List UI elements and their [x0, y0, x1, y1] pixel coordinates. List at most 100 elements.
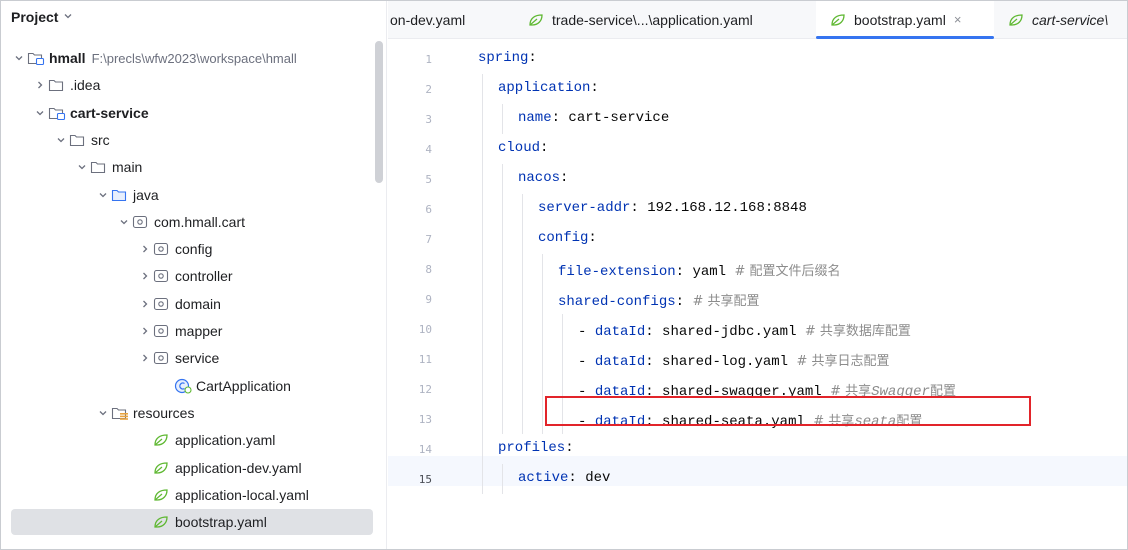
tree-item-controller[interactable]: controller: [11, 263, 373, 289]
line-number: 10: [418, 323, 432, 336]
tree-item-label: java: [133, 186, 159, 203]
folder-icon: [90, 159, 110, 175]
tree-item-mapper[interactable]: mapper: [11, 318, 373, 344]
tree-item-cartapplication[interactable]: CartApplication: [11, 373, 373, 399]
tree-item-label: resources: [133, 404, 195, 421]
line-number: 14: [418, 443, 432, 456]
tab-trade-service-application-yaml[interactable]: trade-service\...\application.yaml: [528, 1, 753, 38]
tree-item-main[interactable]: main: [11, 154, 373, 180]
tree-item-bootstrap-yaml[interactable]: bootstrap.yaml: [11, 509, 373, 536]
tree-item-label: controller: [175, 268, 233, 285]
tree-item-application-yaml[interactable]: application.yaml: [11, 427, 373, 453]
tree-item-domain[interactable]: domain: [11, 291, 373, 317]
yaml-value: cart-service: [568, 110, 670, 126]
tree-item-com-hmall-cart[interactable]: com.hmall.cart: [11, 209, 373, 235]
yaml-key: spring: [478, 50, 529, 66]
package-icon: [153, 241, 173, 257]
tree-item-java[interactable]: java: [11, 182, 373, 208]
yaml-key: name: [518, 110, 552, 126]
code-line: nacos:: [518, 170, 568, 186]
code-line: name: cart-service: [518, 110, 669, 126]
yaml-key: nacos: [518, 170, 561, 186]
module-folder-icon: [48, 105, 68, 121]
tree-item-label: application-dev.yaml: [175, 459, 302, 476]
chevron-down-icon[interactable]: [95, 190, 111, 200]
tree-item-application-local-yaml[interactable]: application-local.yaml: [11, 482, 373, 508]
project-panel: Project hmall F:\precls\wfw2023\workspace…: [1, 1, 387, 549]
project-panel-header[interactable]: Project: [1, 1, 387, 33]
chevron-right-icon[interactable]: [137, 353, 153, 363]
chevron-down-icon[interactable]: [53, 135, 69, 145]
yaml-colon: :: [528, 50, 537, 66]
chevron-down-icon[interactable]: [63, 11, 73, 24]
close-icon[interactable]: ×: [954, 12, 962, 27]
tree-item-label: mapper: [175, 323, 223, 339]
tree-item-application-dev-yaml[interactable]: application-dev.yaml: [11, 455, 373, 481]
chevron-down-icon[interactable]: [32, 108, 48, 118]
tab-cart-service[interactable]: cart-service\: [1008, 1, 1108, 38]
line-number: 5: [425, 173, 432, 186]
code-line: server-addr: 192.168.12.168:8848: [538, 200, 807, 216]
folder-icon: [48, 77, 68, 93]
line-number: 1: [425, 53, 432, 66]
yaml-key: dataId: [594, 324, 646, 340]
spring-yaml-icon: [153, 487, 173, 503]
code-line: cloud:: [498, 140, 548, 156]
line-number: 8: [425, 263, 432, 276]
tree-item-label: .idea: [70, 77, 101, 94]
yaml-key: shared-configs: [558, 294, 676, 310]
line-number: 15: [418, 473, 432, 486]
spring-yaml-icon: [153, 432, 173, 448]
tree-scrollbar[interactable]: [375, 41, 383, 183]
chevron-right-icon[interactable]: [137, 244, 153, 254]
tree-item-resources[interactable]: resources: [11, 400, 373, 426]
tree-item-service[interactable]: service: [11, 345, 373, 371]
yaml-key: server-addr: [538, 200, 631, 216]
yaml-colon: :: [645, 324, 654, 340]
code-line: profiles:: [498, 440, 574, 456]
yaml-colon: :: [675, 294, 685, 310]
tab-application-dev-yaml[interactable]: on-dev.yaml: [390, 1, 465, 38]
tree-item-config[interactable]: config: [11, 236, 373, 262]
code-editor[interactable]: 1 2 3 4 5 6 7 8 9 10 11 12 13 14 15 spring: application…: [388, 40, 1127, 549]
yaml-key: cloud: [498, 140, 541, 156]
chevron-right-icon[interactable]: [137, 299, 153, 309]
package-icon: [132, 214, 152, 230]
indent-guide: [542, 254, 543, 434]
tree-item-idea[interactable]: .idea: [11, 72, 373, 98]
tab-bootstrap-yaml[interactable]: bootstrap.yaml ×: [816, 1, 994, 38]
spring-yaml-icon: [830, 12, 850, 28]
tree-item-src[interactable]: src: [11, 127, 373, 153]
spring-yaml-icon: [153, 460, 173, 476]
chevron-down-icon[interactable]: [11, 53, 27, 63]
line-number: 9: [425, 293, 432, 306]
chevron-down-icon[interactable]: [95, 408, 111, 418]
tree-item-hmall[interactable]: hmall F:\precls\wfw2023\workspace\hmall: [11, 45, 373, 71]
yaml-comment: # 配置文件后缀名: [734, 264, 841, 279]
indent-guide: [482, 74, 483, 494]
tree-item-cart-service[interactable]: cart-service: [11, 100, 373, 126]
yaml-comment: # 共享日志配置: [796, 354, 890, 369]
line-number: 6: [425, 203, 432, 216]
yaml-value: shared-log.yaml: [662, 354, 789, 370]
chevron-down-icon[interactable]: [116, 217, 132, 227]
code-line: application:: [498, 80, 599, 96]
yaml-key: file-extension: [558, 264, 676, 280]
yaml-colon: :: [568, 470, 577, 486]
line-number: 4: [425, 143, 432, 156]
tree-item-label: application.yaml: [175, 432, 276, 449]
chevron-right-icon[interactable]: [137, 271, 153, 281]
tree-item-label: com.hmall.cart: [154, 213, 246, 230]
code-line: - dataId: shared-jdbc.yaml # 共享数据库配置: [578, 320, 911, 340]
chevron-down-icon[interactable]: [74, 162, 90, 172]
yaml-key: config: [538, 230, 589, 246]
line-number: 7: [425, 233, 432, 246]
ide-window: Project hmall F:\precls\wfw2023\workspace…: [0, 0, 1128, 550]
yaml-key: application: [498, 80, 591, 96]
list-dash: -: [578, 324, 595, 340]
project-panel-title: Project: [11, 9, 59, 25]
package-icon: [153, 323, 173, 339]
chevron-right-icon[interactable]: [137, 326, 153, 336]
chevron-right-icon[interactable]: [32, 80, 48, 90]
package-icon: [153, 268, 173, 284]
